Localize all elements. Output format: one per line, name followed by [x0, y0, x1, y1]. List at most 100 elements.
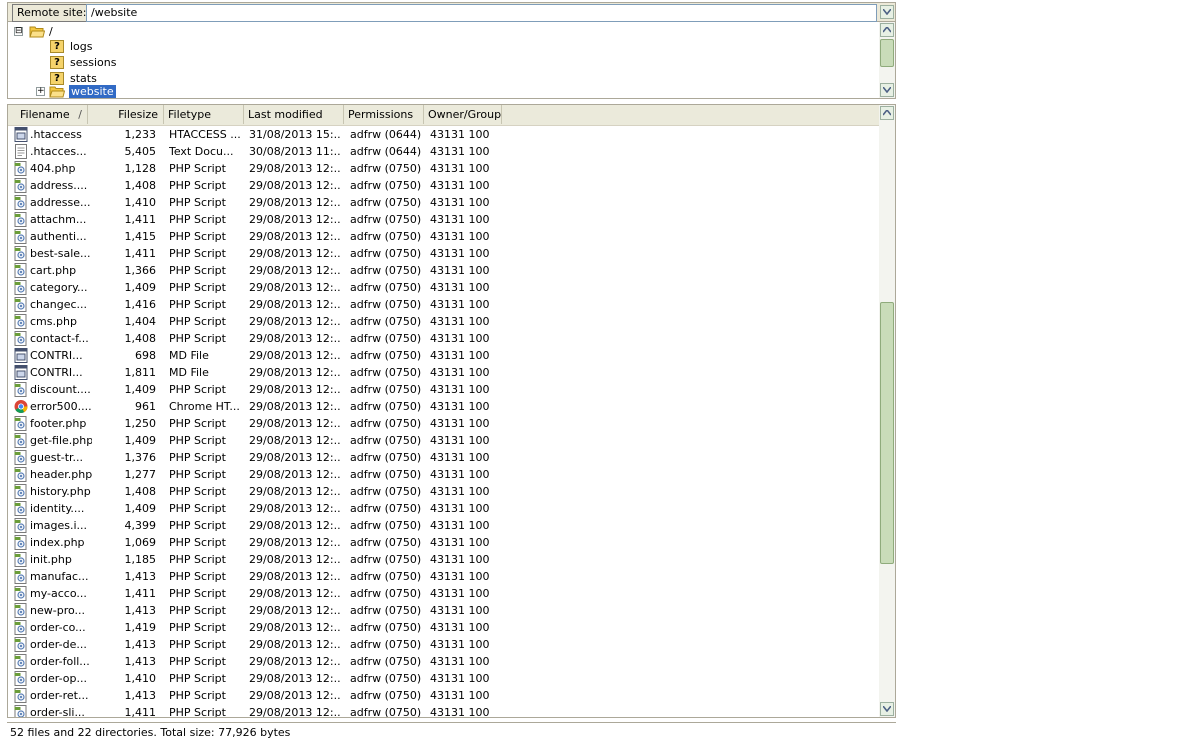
file-row[interactable]: contact-f... 1,408 PHP Script 29/08/2013 12…: [8, 330, 881, 347]
column-header-filename[interactable]: Filename /: [8, 105, 88, 124]
file-modified: 30/08/2013 11:...: [249, 145, 341, 158]
htaccess-file-icon: [14, 127, 28, 142]
scroll-thumb[interactable]: [880, 302, 894, 564]
collapse-icon[interactable]: ⊟: [14, 26, 23, 36]
remote-file-list[interactable]: Filename / Filesize Filetype Last modifi…: [7, 104, 896, 718]
file-row[interactable]: addresse... 1,410 PHP Script 29/08/2013 12:…: [8, 194, 881, 211]
php-file-icon: [14, 433, 27, 448]
file-row[interactable]: error500.... 961 Chrome HT... 29/08/2013 12…: [8, 398, 881, 415]
file-row[interactable]: authenti... 1,415 PHP Script 29/08/2013 12:…: [8, 228, 881, 245]
scroll-up-button[interactable]: [880, 106, 894, 120]
file-name: address....: [30, 179, 88, 192]
file-row[interactable]: attachm... 1,411 PHP Script 29/08/2013 12:.…: [8, 211, 881, 228]
column-header-owner-group[interactable]: Owner/Group: [424, 105, 502, 124]
file-row[interactable]: init.php 1,185 PHP Script 29/08/2013 12:...…: [8, 551, 881, 568]
php-file-icon: [14, 569, 27, 584]
tree-node-website[interactable]: + website: [36, 85, 116, 98]
file-permissions: adfrw (0750): [350, 230, 422, 243]
file-type: PHP Script: [169, 468, 226, 481]
php-file-icon: [14, 263, 27, 278]
file-row[interactable]: images.i... 4,399 PHP Script 29/08/2013 12:…: [8, 517, 881, 534]
file-permissions: adfrw (0644): [350, 128, 422, 141]
php-file-icon: [14, 637, 27, 652]
file-row[interactable]: footer.php 1,250 PHP Script 29/08/2013 12:.…: [8, 415, 881, 432]
file-size: 1,415: [124, 230, 157, 243]
scroll-down-button[interactable]: [880, 83, 894, 97]
scroll-down-button[interactable]: [880, 702, 894, 716]
file-owner-group: 43131 100: [430, 400, 490, 413]
file-row[interactable]: get-file.php 1,409 PHP Script 29/08/2013 12…: [8, 432, 881, 449]
file-row[interactable]: cart.php 1,366 PHP Script 29/08/2013 12:...…: [8, 262, 881, 279]
file-row[interactable]: .htaccess 1,233 HTACCESS ... 31/08/2013 15:…: [8, 126, 881, 143]
file-row[interactable]: CONTRI... 698 MD File 29/08/2013 12:... adfr…: [8, 347, 881, 364]
file-modified: 29/08/2013 12:...: [249, 468, 341, 481]
php-file-icon: [14, 467, 27, 482]
column-header-last-modified[interactable]: Last modified: [244, 105, 344, 124]
file-owner-group: 43131 100: [430, 332, 490, 345]
file-row[interactable]: order-sli... 1,411 PHP Script 29/08/2013 12…: [8, 704, 881, 717]
file-owner-group: 43131 100: [430, 553, 490, 566]
file-row[interactable]: index.php 1,069 PHP Script 29/08/2013 12:..…: [8, 534, 881, 551]
remote-directory-tree[interactable]: ⊟ / ? logs ? sessions ? stats + website: [7, 22, 896, 99]
file-type: PHP Script: [169, 638, 226, 651]
tree-vertical-scrollbar[interactable]: [879, 22, 895, 98]
file-owner-group: 43131 100: [430, 179, 490, 192]
chrome-html-icon: [14, 400, 28, 413]
file-row[interactable]: identity.... 1,409 PHP Script 29/08/2013 12…: [8, 500, 881, 517]
php-file-icon: [14, 518, 27, 533]
tree-node-logs[interactable]: ? logs: [50, 38, 93, 54]
tree-item-label: sessions: [70, 55, 117, 69]
file-row[interactable]: order-op... 1,410 PHP Script 29/08/2013 12:…: [8, 670, 881, 687]
file-row[interactable]: new-pro... 1,413 PHP Script 29/08/2013 12:.…: [8, 602, 881, 619]
column-header-filesize[interactable]: Filesize: [88, 105, 164, 124]
file-row[interactable]: header.php 1,277 PHP Script 29/08/2013 12:.…: [8, 466, 881, 483]
file-row[interactable]: category... 1,409 PHP Script 29/08/2013 12:…: [8, 279, 881, 296]
file-row[interactable]: my-acco... 1,411 PHP Script 29/08/2013 12:.…: [8, 585, 881, 602]
tree-node-root[interactable]: ⊟ /: [14, 23, 53, 39]
file-permissions: adfrw (0750): [350, 349, 422, 362]
folder-open-icon: [49, 86, 65, 98]
column-header-permissions[interactable]: Permissions: [344, 105, 424, 124]
column-label: Filename: [20, 108, 70, 121]
file-row[interactable]: cms.php 1,404 PHP Script 29/08/2013 12:... a…: [8, 313, 881, 330]
scroll-thumb[interactable]: [880, 39, 894, 67]
file-row[interactable]: changec... 1,416 PHP Script 29/08/2013 12:.…: [8, 296, 881, 313]
file-row[interactable]: order-de... 1,413 PHP Script 29/08/2013 12:…: [8, 636, 881, 653]
file-row[interactable]: guest-tr... 1,376 PHP Script 29/08/2013 12:…: [8, 449, 881, 466]
file-name: order-co...: [30, 621, 86, 634]
file-list-vertical-scrollbar[interactable]: [879, 105, 895, 717]
file-name: error500....: [30, 400, 92, 413]
file-row[interactable]: history.php 1,408 PHP Script 29/08/2013 12:…: [8, 483, 881, 500]
file-type: PHP Script: [169, 672, 226, 685]
file-type: PHP Script: [169, 264, 226, 277]
tree-node-stats[interactable]: ? stats: [50, 70, 97, 86]
expand-icon[interactable]: +: [36, 87, 45, 96]
file-row[interactable]: 404.php 1,128 PHP Script 29/08/2013 12:... a…: [8, 160, 881, 177]
file-row[interactable]: discount.... 1,409 PHP Script 29/08/2013 12…: [8, 381, 881, 398]
file-row[interactable]: manufac... 1,413 PHP Script 29/08/2013 12:.…: [8, 568, 881, 585]
file-modified: 29/08/2013 12:...: [249, 196, 341, 209]
file-owner-group: 43131 100: [430, 519, 490, 532]
remote-path-dropdown-button[interactable]: [880, 5, 894, 19]
file-row[interactable]: order-foll... 1,413 PHP Script 29/08/2013 1…: [8, 653, 881, 670]
file-row[interactable]: CONTRI... 1,811 MD File 29/08/2013 12:... ad…: [8, 364, 881, 381]
file-size: 1,376: [124, 451, 157, 464]
file-row[interactable]: best-sale... 1,411 PHP Script 29/08/2013 12…: [8, 245, 881, 262]
file-row[interactable]: address.... 1,408 PHP Script 29/08/2013 12:…: [8, 177, 881, 194]
tree-node-sessions[interactable]: ? sessions: [50, 54, 116, 70]
file-row[interactable]: order-ret... 1,413 PHP Script 29/08/2013 12…: [8, 687, 881, 704]
scroll-up-button[interactable]: [880, 23, 894, 37]
file-owner-group: 43131 100: [430, 145, 490, 158]
file-row[interactable]: .htacces... 5,405 Text Docu... 30/08/2013 1…: [8, 143, 881, 160]
remote-path-input[interactable]: /website: [86, 4, 877, 22]
column-header-filetype[interactable]: Filetype: [164, 105, 244, 124]
file-owner-group: 43131 100: [430, 570, 490, 583]
file-modified: 29/08/2013 12:...: [249, 434, 341, 447]
file-modified: 29/08/2013 12:...: [249, 570, 341, 583]
php-file-icon: [14, 229, 27, 244]
file-size: 1,413: [124, 689, 157, 702]
file-row[interactable]: order-co... 1,419 PHP Script 29/08/2013 12:…: [8, 619, 881, 636]
file-list-header: Filename / Filesize Filetype Last modifi…: [8, 105, 881, 126]
file-name: changec...: [30, 298, 88, 311]
file-size: 1,413: [124, 570, 157, 583]
